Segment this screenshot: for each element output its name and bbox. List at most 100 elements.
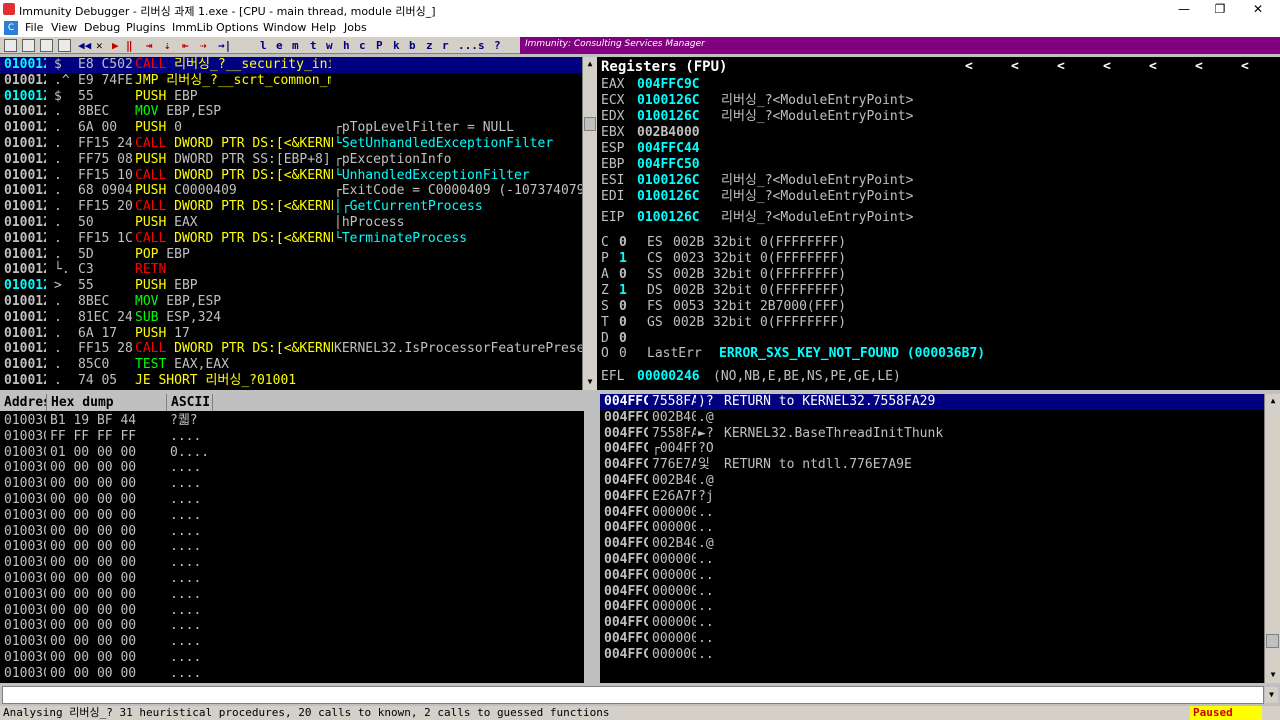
- hexdump-col-hex[interactable]: Hex dump: [47, 394, 167, 411]
- hexdump-row[interactable]: 0100301800 00 00 00....: [0, 508, 584, 524]
- stack-row[interactable]: 004FFC7000000000..: [600, 568, 1264, 584]
- toolbar-breakpoints-button[interactable]: b: [409, 38, 416, 53]
- flag-row[interactable]: P 1 CS 0023 32bit 0(FFFFFFFF): [601, 251, 1271, 267]
- close-program-icon[interactable]: ✕: [96, 38, 103, 53]
- disasm-row[interactable]: 01001271 .^ E9 74FEFFFFJMP 리버싱_?__scrt_com…: [0, 73, 582, 89]
- hexdump-pane[interactable]: 01003000B1 19 BF 44?퀣?01003004FF FF FF F…: [0, 411, 584, 683]
- registers-pane[interactable]: Registers (FPU) < < < < < < < EAX 004FFC9C ECX 01…: [597, 57, 1280, 390]
- disasm-row[interactable]: 01001296. FF15 1C300001CALL DWORD PTR DS:…: [0, 231, 582, 247]
- menu-window[interactable]: Window: [263, 21, 306, 34]
- toolbar-handles-button[interactable]: h: [343, 38, 350, 53]
- stack-scroll-up-icon[interactable]: ▲: [1266, 394, 1280, 408]
- disasm-row[interactable]: 0100129C. 5D POP EBP: [0, 247, 582, 263]
- menu-immlib[interactable]: ImmLib: [172, 21, 213, 34]
- register-view-arrow-icon[interactable]: <: [1149, 59, 1157, 75]
- stack-row[interactable]: 004FFC7800000000..: [600, 599, 1264, 615]
- register-row-eip[interactable]: EIP 0100126C 리버싱_?<ModuleEntryPoint>: [601, 210, 1271, 226]
- stack-row[interactable]: 004FFC6C 00000000..: [600, 552, 1264, 568]
- hexdump-row[interactable]: 01003004FF FF FF FF....: [0, 429, 584, 445]
- toolbar-threads-button[interactable]: t: [310, 38, 317, 53]
- step-over-icon[interactable]: ⇣: [164, 38, 171, 53]
- lasterr-row[interactable]: O 0 LastErr ERROR_SXS_KEY_NOT_FOUND (000036…: [601, 346, 1271, 362]
- scroll-up-icon[interactable]: ▲: [583, 57, 597, 71]
- toolbar-windows-button[interactable]: w: [326, 38, 333, 53]
- register-view-arrow-icon[interactable]: <: [1057, 59, 1065, 75]
- register-row[interactable]: EDI 0100126C 리버싱_?<ModuleEntryPoint>: [601, 189, 1271, 205]
- rewind-icon[interactable]: ◀◀: [78, 38, 91, 53]
- menu-plugins[interactable]: Plugins: [126, 21, 165, 34]
- toolbar-memory-button[interactable]: m: [292, 38, 299, 53]
- flag-row[interactable]: Z 1 DS 002B 32bit 0(FFFFFFFF): [601, 283, 1271, 299]
- stack-row[interactable]: 004FFC4C7558FA10►? KERNEL32.BaseThreadIni…: [600, 426, 1264, 442]
- register-row[interactable]: ESI 0100126C 리버싱_?<ModuleEntryPoint>: [601, 173, 1271, 189]
- maximize-button[interactable]: ❐: [1200, 0, 1240, 19]
- pause-icon[interactable]: ‖: [126, 38, 133, 53]
- disasm-row[interactable]: 01001284. FF15 10300001CALL DWORD PTR DS:…: [0, 168, 582, 184]
- disasm-row[interactable]: 0100129F. 8BEC MOV EBP,ESP: [0, 294, 582, 310]
- toolbar-cpu-button[interactable]: c: [359, 38, 366, 53]
- scroll-down-icon[interactable]: ▼: [583, 375, 597, 389]
- hexdump-row[interactable]: 0100300801 00 00 00 0....: [0, 445, 584, 461]
- stack-row[interactable]: 004FFC58 002B4000.@: [600, 473, 1264, 489]
- hexdump-row[interactable]: 0100303000 00 00 00....: [0, 603, 584, 619]
- disasm-row[interactable]: 0100127B. FF15 24300001CALL DWORD PTR DS:…: [0, 136, 582, 152]
- hexdump-row[interactable]: 01003000 B1 19 BF 44 ?퀣?: [0, 413, 584, 429]
- disasm-row[interactable]: 01001281. FF75 08PUSH DWORD PTR SS:[EBP+8…: [0, 152, 582, 168]
- stack-row[interactable]: 004FFC48002B4000.@: [600, 410, 1264, 426]
- stack-row[interactable]: 004FFC6400000000..: [600, 520, 1264, 536]
- register-view-arrow-icon[interactable]: <: [965, 59, 973, 75]
- command-input[interactable]: [2, 686, 1264, 704]
- minimize-button[interactable]: —: [1164, 0, 1204, 19]
- register-row[interactable]: EBX 002B4000: [601, 125, 1271, 141]
- hexdump-row[interactable]: 0100302C00 00 00 00....: [0, 587, 584, 603]
- flag-row[interactable]: D0: [601, 331, 1271, 347]
- command-history-chevron-down-icon[interactable]: ▼: [1265, 687, 1278, 703]
- flag-row[interactable]: A 0 SS 002B 32bit 0(FFFFFFFF): [601, 267, 1271, 283]
- execute-till-return-icon[interactable]: →|: [218, 38, 231, 53]
- restart-icon[interactable]: [22, 39, 35, 52]
- register-view-arrow-icon[interactable]: <: [1011, 59, 1019, 75]
- disasm-row[interactable]: 010012A1. 81EC 24030000SUB ESP,324: [0, 310, 582, 326]
- toolbar-modules-button[interactable]: e: [276, 38, 283, 53]
- immunity-banner-text[interactable]: Immunity: Consulting Services Manager: [525, 39, 705, 49]
- hexdump-row[interactable]: 0100301000 00 00 00....: [0, 476, 584, 492]
- open-icon[interactable]: [4, 39, 17, 52]
- stack-row[interactable]: 004FFC7C00000000..: [600, 615, 1264, 631]
- disasm-row[interactable]: 0100128F. FF15 20300001CALL DWORD PTR DS:…: [0, 199, 582, 215]
- stack-pane[interactable]: 004FFC44 7558FA29)? RETURN to KERNEL32.755…: [600, 394, 1264, 683]
- disassembly-pane[interactable]: 0100126C$E8 C5020000CALL 리버싱_?__security…: [0, 57, 582, 390]
- disasm-row[interactable]: 010012A7. 6A 17 PUSH 17: [0, 326, 582, 342]
- trace-over-icon[interactable]: ⇢: [200, 38, 207, 53]
- menu-file[interactable]: File: [25, 21, 43, 34]
- hexdump-row[interactable]: 0100304000 00 00 00....: [0, 666, 584, 682]
- toolbar-callstack-button[interactable]: k: [393, 38, 400, 53]
- disasm-row[interactable]: 01001276 $55 PUSH EBP: [0, 89, 582, 105]
- flag-row[interactable]: C 0 ES 002B 32bit 0(FFFFFFFF): [601, 235, 1271, 251]
- register-row[interactable]: ESP 004FFC44: [601, 141, 1271, 157]
- toolbar-help-button[interactable]: ?: [494, 38, 501, 53]
- flag-row[interactable]: S 0 FS 0053 32bit 2B7000(FFF): [601, 299, 1271, 315]
- stack-row[interactable]: 004FFC5CE26A7F6A?j: [600, 489, 1264, 505]
- stack-row[interactable]: 004FFC6000000000..: [600, 505, 1264, 521]
- stack-row[interactable]: 004FFC68002B4000.@: [600, 536, 1264, 552]
- menu-jobs[interactable]: Jobs: [344, 21, 367, 34]
- toolbar-source-button[interactable]: s: [478, 38, 485, 53]
- hexdump-row[interactable]: 0100300C00 00 00 00....: [0, 460, 584, 476]
- efl-row[interactable]: EFL 00000246 (NO,NB,E,BE,NS,PE,GE,LE): [601, 369, 1271, 385]
- register-view-arrow-icon[interactable]: <: [1241, 59, 1249, 75]
- hexdump-row[interactable]: 0100303400 00 00 00....: [0, 618, 584, 634]
- register-view-arrow-icon[interactable]: <: [1103, 59, 1111, 75]
- hexdump-row[interactable]: 01003014 00 00 00 00....: [0, 492, 584, 508]
- register-view-arrow-icon[interactable]: <: [1195, 59, 1203, 75]
- toolbar-patches-button[interactable]: P: [376, 38, 383, 53]
- toolbar-hwbp-button[interactable]: z: [426, 38, 433, 53]
- menu-options[interactable]: Options: [216, 21, 258, 34]
- scroll-thumb[interactable]: [584, 117, 596, 131]
- register-row[interactable]: ECX 0100126C 리버싱_?<ModuleEntryPoint>: [601, 93, 1271, 109]
- step-into-icon[interactable]: ⇥: [146, 38, 153, 53]
- hexdump-row[interactable]: 0100302400 00 00 00....: [0, 555, 584, 571]
- disasm-row[interactable]: 010012AF. 85C0 TEST EAX,EAX: [0, 357, 582, 373]
- register-row[interactable]: EBP 004FFC50: [601, 157, 1271, 173]
- toolbar-references-button[interactable]: r: [442, 38, 449, 53]
- stack-scroll-down-icon[interactable]: ▼: [1266, 668, 1280, 682]
